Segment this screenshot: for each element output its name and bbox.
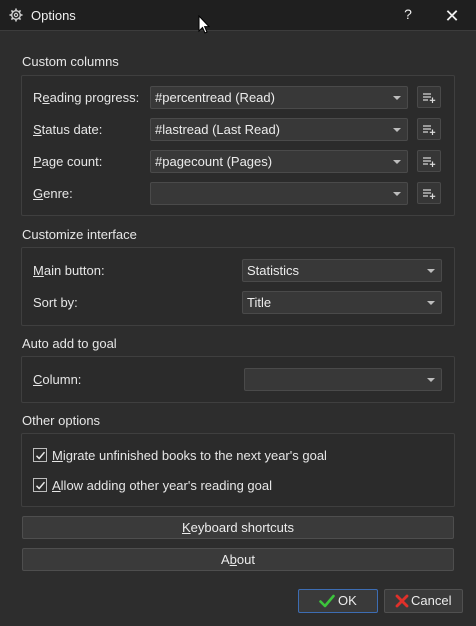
help-button[interactable]: ? <box>398 6 418 26</box>
custom-columns-heading: Custom columns <box>22 54 119 69</box>
list-add-icon <box>423 125 436 135</box>
chevron-down-icon <box>427 301 435 305</box>
list-add-icon <box>423 189 436 199</box>
chevron-down-icon <box>393 96 401 100</box>
add-genre-column-button[interactable] <box>417 182 441 204</box>
status-date-combo[interactable]: #lastread (Last Read) <box>150 118 408 141</box>
sort-by-combo[interactable]: Title <box>242 291 442 314</box>
ok-label: OK <box>338 593 357 608</box>
chevron-down-icon <box>427 378 435 382</box>
customize-interface-heading: Customize interface <box>22 227 137 242</box>
cancel-button[interactable]: Cancel <box>384 589 463 613</box>
add-status-date-column-button[interactable] <box>417 118 441 140</box>
list-add-icon <box>423 93 436 103</box>
goal-column-label: Column: <box>33 372 82 387</box>
auto-add-goal-heading: Auto add to goal <box>22 336 117 351</box>
mouse-cursor-icon <box>198 14 211 35</box>
checkmark-icon <box>35 481 46 490</box>
sort-by-value: Title <box>247 295 272 310</box>
chevron-down-icon <box>427 269 435 273</box>
close-button[interactable]: ✕ <box>440 5 464 27</box>
allow-other-year-label[interactable]: Allow adding other year's reading goal <box>52 478 272 493</box>
allow-other-year-checkbox[interactable] <box>33 478 47 492</box>
main-button-combo[interactable]: Statistics <box>242 259 442 282</box>
main-button-value: Statistics <box>247 263 300 278</box>
chevron-down-icon <box>393 192 401 196</box>
about-button[interactable]: About <box>22 548 454 571</box>
reading-progress-combo[interactable]: #percentread (Read) <box>150 86 408 109</box>
add-page-count-column-button[interactable] <box>417 150 441 172</box>
sort-by-label: Sort by: <box>33 295 78 310</box>
checkmark-icon <box>35 451 46 460</box>
list-add-icon <box>423 157 436 167</box>
status-date-label: Status date: <box>33 122 103 137</box>
add-reading-progress-column-button[interactable] <box>417 86 441 108</box>
gear-icon <box>9 8 23 22</box>
migrate-label[interactable]: Migrate unfinished books to the next yea… <box>52 448 327 463</box>
chevron-down-icon <box>393 160 401 164</box>
window-title: Options <box>31 8 76 23</box>
page-count-value: #pagecount (Pages) <box>155 154 273 169</box>
other-options-heading: Other options <box>22 413 101 428</box>
chevron-down-icon <box>393 128 401 132</box>
genre-combo[interactable] <box>150 182 408 205</box>
status-date-value: #lastread (Last Read) <box>155 122 281 137</box>
genre-label: Genre: <box>33 186 73 201</box>
reading-progress-label: Reading progress: <box>33 90 140 105</box>
ok-button[interactable]: OK <box>298 589 378 613</box>
check-icon <box>319 594 335 608</box>
keyboard-shortcuts-button[interactable]: Keyboard shortcuts <box>22 516 454 539</box>
title-bar: Options ? ✕ <box>0 0 476 31</box>
other-options-group <box>21 433 455 507</box>
goal-column-combo[interactable] <box>244 368 442 391</box>
main-button-label: Main button: <box>33 263 105 278</box>
reading-progress-value: #percentread (Read) <box>155 90 275 105</box>
page-count-combo[interactable]: #pagecount (Pages) <box>150 150 408 173</box>
migrate-checkbox[interactable] <box>33 448 47 462</box>
cancel-x-icon <box>395 594 409 608</box>
cancel-label: Cancel <box>411 593 452 608</box>
page-count-label: Page count: <box>33 154 103 169</box>
